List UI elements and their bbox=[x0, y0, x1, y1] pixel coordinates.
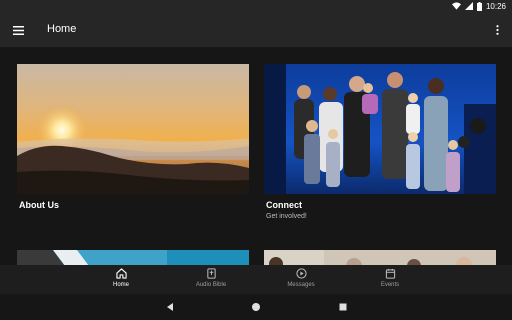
system-navigation-bar bbox=[0, 294, 512, 320]
status-time: 10:26 bbox=[485, 1, 506, 11]
status-icons: 10:26 bbox=[451, 1, 506, 11]
status-bar: 10:26 bbox=[0, 0, 512, 12]
card-title: Connect bbox=[266, 200, 302, 210]
nav-label: Messages bbox=[287, 282, 315, 288]
nav-label: Audio Bible bbox=[195, 282, 227, 288]
page-title: Home bbox=[47, 23, 77, 35]
card-about-us[interactable]: About Us bbox=[17, 64, 249, 210]
card-image-peek-right bbox=[264, 250, 496, 265]
signal-icon bbox=[464, 2, 473, 10]
nav-item-messages[interactable]: Messages bbox=[271, 268, 331, 292]
card-image-family bbox=[264, 64, 496, 194]
nav-label: Events bbox=[380, 282, 400, 288]
app-bar: Home bbox=[0, 12, 512, 47]
card-image-peek-left bbox=[17, 250, 249, 265]
card-image-sunset bbox=[17, 64, 249, 194]
home-button-icon[interactable] bbox=[251, 302, 261, 312]
calendar-icon bbox=[385, 268, 395, 279]
card-connect[interactable]: Connect Get involved! bbox=[264, 64, 496, 220]
home-icon bbox=[115, 268, 127, 279]
wifi-icon bbox=[451, 2, 461, 10]
bottom-navigation: Home Audio Bible Messages Events bbox=[0, 265, 512, 294]
battery-icon bbox=[476, 1, 482, 11]
hamburger-icon bbox=[12, 25, 24, 35]
card-peek-left[interactable] bbox=[17, 250, 249, 265]
nav-label: Home bbox=[112, 282, 129, 288]
more-vertical-icon bbox=[495, 25, 499, 35]
card-peek-right[interactable] bbox=[264, 250, 496, 265]
menu-button[interactable] bbox=[10, 22, 26, 38]
nav-item-events[interactable]: Events bbox=[360, 268, 420, 292]
back-icon[interactable] bbox=[165, 302, 175, 312]
bible-icon bbox=[206, 268, 216, 279]
play-circle-icon bbox=[295, 268, 307, 279]
recents-icon[interactable] bbox=[338, 302, 348, 312]
card-title: About Us bbox=[19, 200, 59, 210]
nav-item-home[interactable]: Home bbox=[91, 268, 151, 292]
overflow-menu-button[interactable] bbox=[492, 22, 502, 38]
content-grid: About Us Connect Get involved! bbox=[0, 47, 512, 265]
card-subtitle: Get involved! bbox=[266, 213, 307, 220]
nav-item-audio-bible[interactable]: Audio Bible bbox=[181, 268, 241, 292]
